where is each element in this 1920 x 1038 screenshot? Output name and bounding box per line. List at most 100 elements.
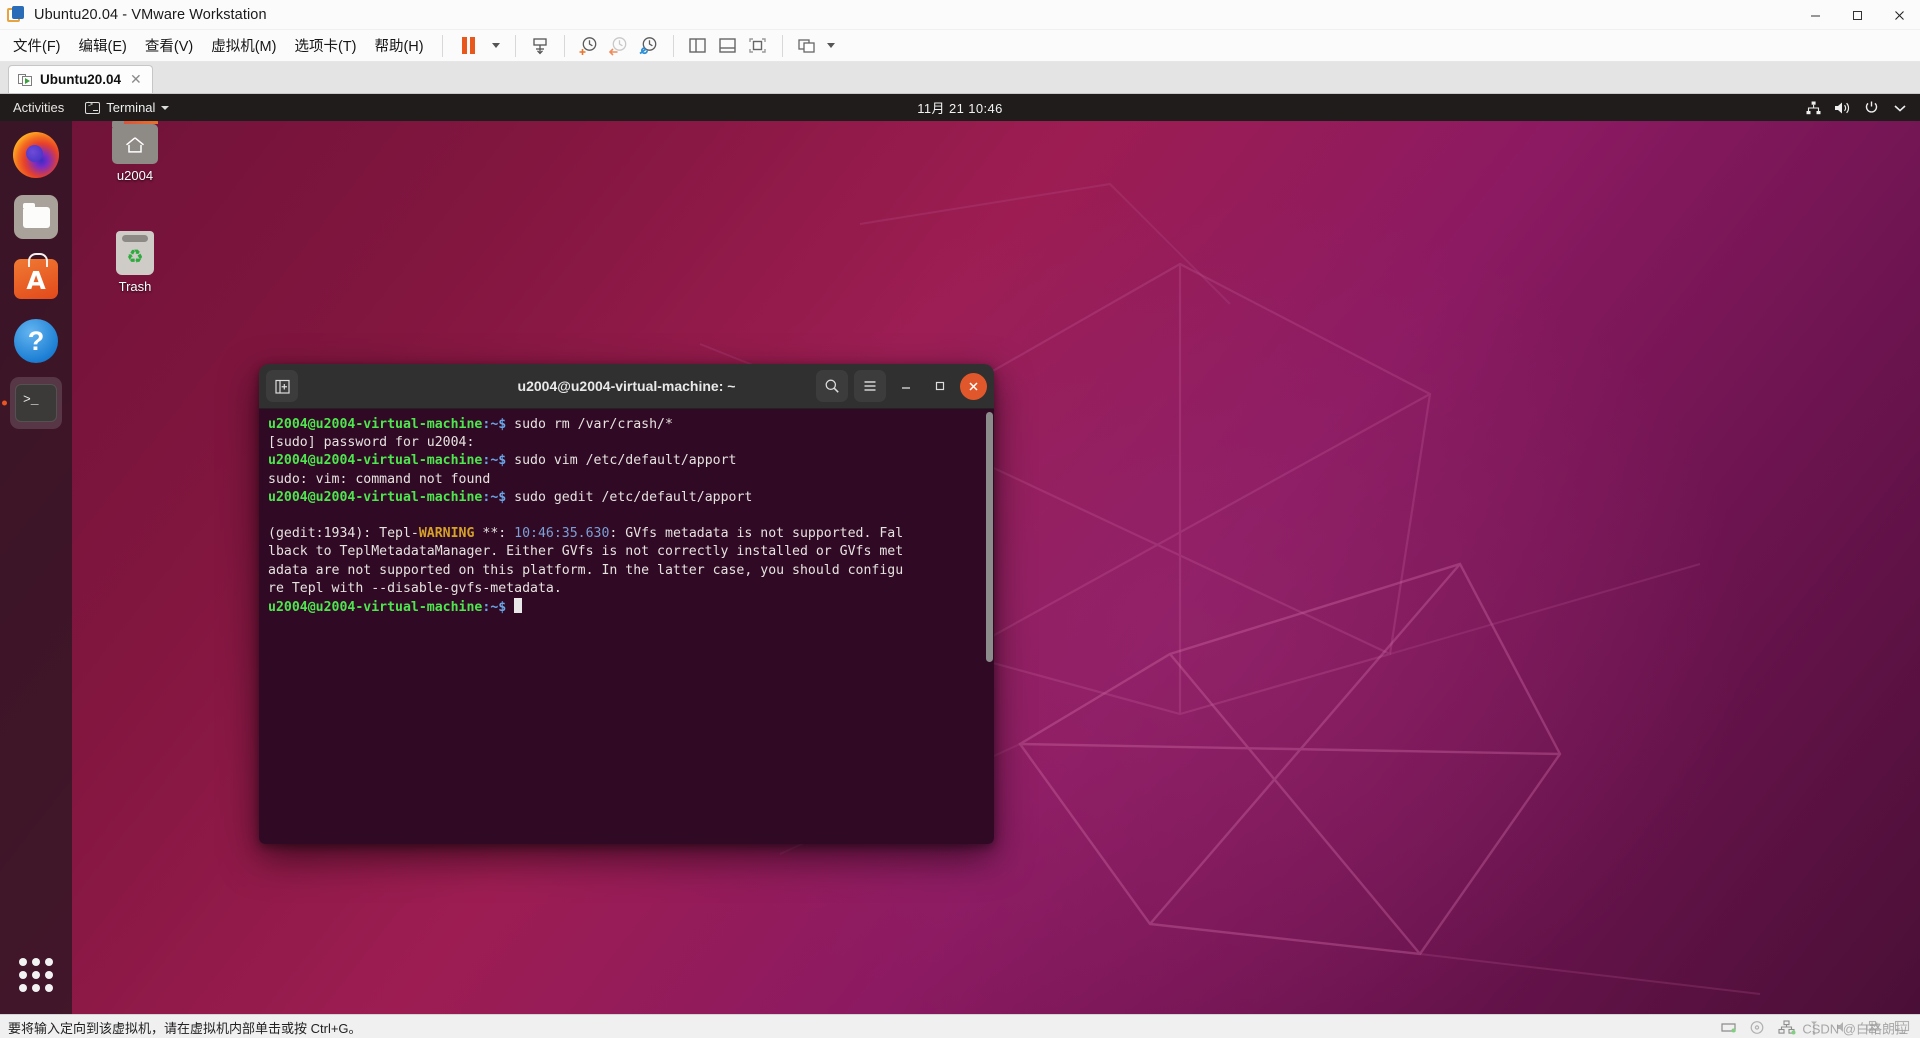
show-applications-icon[interactable] — [15, 954, 57, 996]
terminal-minimize-button[interactable] — [892, 372, 920, 400]
terminal-title-bar[interactable]: u2004@u2004-virtual-machine: ~ — [259, 364, 994, 409]
help-icon: ? — [14, 319, 58, 363]
send-ctrl-alt-del-button[interactable] — [525, 33, 555, 59]
new-tab-icon — [274, 379, 290, 394]
warning-tag: WARNING — [418, 526, 475, 542]
chevron-down-icon — [161, 105, 170, 110]
display-icon[interactable] — [1894, 1020, 1912, 1035]
terminal-maximize-button[interactable] — [926, 372, 954, 400]
terminal-window[interactable]: u2004@u2004-virtual-machine: ~ u2004@u20… — [259, 364, 994, 844]
vm-guest-screen[interactable]: Activities Terminal 11月 21 10:46 — [0, 94, 1920, 1014]
terminal-scrollbar[interactable] — [986, 412, 993, 841]
unity-mode-button[interactable] — [792, 33, 822, 59]
new-tab-button[interactable] — [266, 370, 298, 402]
toolbar-separator — [563, 34, 565, 57]
app-menu-terminal[interactable]: Terminal — [76, 94, 178, 121]
dock-item-terminal[interactable] — [10, 377, 62, 429]
prompt-user: u2004@u2004-virtual-machine — [268, 489, 483, 505]
terminal-close-button[interactable] — [960, 372, 987, 400]
vm-running-icon — [18, 73, 33, 87]
usb-icon[interactable] — [1807, 1020, 1825, 1035]
ubuntu-software-icon: A — [14, 253, 58, 299]
volume-icon — [1834, 100, 1850, 116]
minimize-icon — [902, 387, 910, 389]
unity-icon — [798, 39, 815, 53]
activities-button[interactable]: Activities — [0, 100, 76, 115]
system-menu-chevron-icon — [1892, 100, 1908, 116]
unity-dropdown[interactable] — [822, 33, 840, 59]
chevron-down-icon — [491, 43, 500, 48]
power-icon — [1863, 100, 1879, 116]
snapshot-add-icon — [579, 37, 597, 55]
prompt-path: :~$ — [482, 453, 515, 469]
suspend-button[interactable] — [452, 33, 486, 59]
menu-view[interactable]: 查看(V) — [136, 31, 202, 60]
manage-snapshots-button[interactable] — [634, 33, 664, 59]
firefox-icon — [13, 132, 59, 178]
system-tray[interactable] — [1805, 100, 1914, 116]
keyboard-send-icon — [532, 37, 547, 54]
dock-item-firefox[interactable] — [10, 129, 62, 181]
home-glyph-icon — [126, 137, 144, 153]
prompt-user: u2004@u2004-virtual-machine — [268, 453, 483, 469]
take-snapshot-button[interactable] — [574, 33, 604, 59]
maximize-button[interactable] — [1836, 0, 1878, 30]
terminal-line: sudo: vim: command not found — [268, 471, 491, 487]
toolbar-separator — [672, 34, 674, 57]
fullscreen-button[interactable] — [743, 33, 773, 59]
terminal-line: u2004@u2004-virtual-machine:~$ — [268, 598, 986, 617]
vmware-title-bar: Ubuntu20.04 - VMware Workstation — [0, 0, 1920, 30]
terminal-cursor — [514, 598, 523, 614]
desktop-icon-label: u2004 — [116, 168, 154, 183]
tab-ubuntu2004[interactable]: Ubuntu20.04 ✕ — [8, 65, 153, 93]
vmware-logo-icon — [7, 5, 25, 24]
prompt-path: :~$ — [482, 600, 515, 616]
suspend-dropdown[interactable] — [486, 33, 506, 59]
hard-disk-icon[interactable] — [1720, 1020, 1738, 1035]
sound-card-icon[interactable] — [1836, 1020, 1854, 1035]
window-title: Ubuntu20.04 - VMware Workstation — [34, 6, 267, 23]
minimize-button[interactable] — [1794, 0, 1836, 30]
printer-icon[interactable] — [1865, 1020, 1883, 1035]
terminal-line: u2004@u2004-virtual-machine:~$ sudo rm /… — [268, 416, 986, 434]
dock-item-files[interactable] — [10, 191, 62, 243]
warning-prefix: (gedit:1934): Tepl- — [268, 526, 419, 542]
cd-dvd-icon[interactable] — [1749, 1020, 1767, 1035]
warning-timestamp: 10:46:35.630 — [514, 526, 610, 542]
terminal-line: [sudo] password for u2004: — [268, 435, 475, 451]
command-text: sudo vim /etc/default/apport — [514, 453, 737, 469]
menu-edit[interactable]: 编辑(E) — [70, 31, 136, 60]
status-hint-text: 要将输入定向到该虚拟机，请在虚拟机内部单击或按 Ctrl+G。 — [8, 1021, 362, 1036]
close-button[interactable] — [1878, 0, 1920, 30]
prompt-user: u2004@u2004-virtual-machine — [268, 417, 483, 432]
revert-snapshot-button[interactable] — [604, 33, 634, 59]
dock-item-software[interactable]: A — [10, 253, 62, 305]
desktop-icon-home[interactable]: u2004 — [90, 119, 180, 183]
hamburger-menu-icon — [864, 381, 876, 391]
snapshot-revert-icon — [608, 37, 627, 56]
terminal-menu-button[interactable] — [854, 370, 886, 402]
vmware-status-bar: 要将输入定向到该虚拟机，请在虚拟机内部单击或按 Ctrl+G。 CSDN @白格… — [0, 1014, 1920, 1038]
dock-item-help[interactable]: ? — [10, 315, 62, 367]
terminal-output[interactable]: u2004@u2004-virtual-machine:~$ sudo rm /… — [259, 409, 994, 844]
clock[interactable]: 11月 21 10:46 — [909, 98, 1011, 117]
search-icon — [825, 379, 839, 393]
show-thumbnail-bar-button[interactable] — [713, 33, 743, 59]
tab-close-icon[interactable]: ✕ — [128, 71, 144, 88]
trash-icon: ♻ — [116, 231, 154, 275]
menu-tabs[interactable]: 选项卡(T) — [285, 31, 365, 60]
desktop-icon-label: Trash — [118, 279, 152, 294]
terminal-search-button[interactable] — [816, 370, 848, 402]
pause-icon — [462, 37, 476, 54]
menu-help[interactable]: 帮助(H) — [365, 31, 432, 60]
network-adapter-icon[interactable] — [1778, 1020, 1796, 1035]
status-device-icons: CSDN @白格朗拉 — [1720, 1020, 1912, 1036]
window-controls — [1794, 0, 1920, 30]
menu-file[interactable]: 文件(F) — [4, 31, 70, 60]
show-sidebar-button[interactable] — [683, 33, 713, 59]
menu-vm[interactable]: 虚拟机(M) — [202, 31, 285, 60]
scrollbar-thumb[interactable] — [986, 412, 993, 662]
gnome-dock: A ? — [0, 121, 72, 1014]
desktop-icon-trash[interactable]: ♻ Trash — [90, 231, 180, 294]
